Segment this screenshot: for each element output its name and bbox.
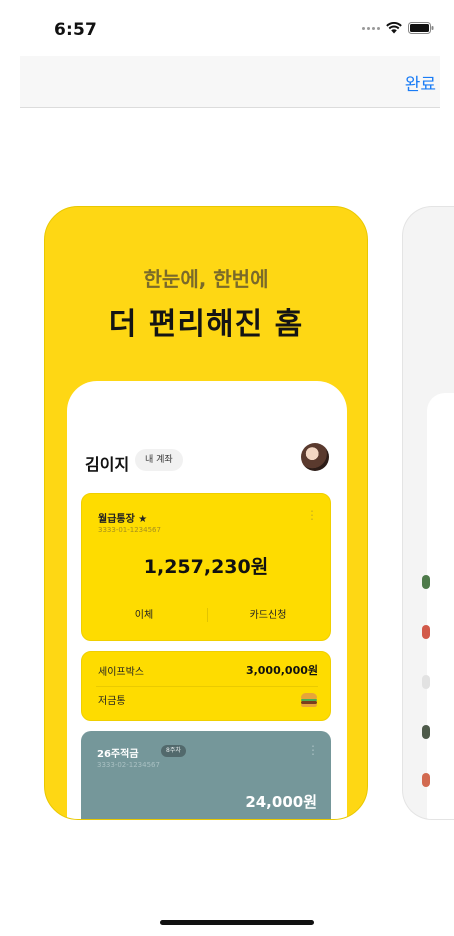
navigation-bar: 완료 [20, 56, 440, 108]
app-store-preview-screen: 6:57 완료 한눈에, 한번에 더 편리해진 홈 김이지 내 계좌 월급통장 … [20, 0, 454, 936]
account-number: 3333-01-1234567 [98, 526, 161, 534]
avatar [301, 443, 329, 471]
wifi-icon [386, 22, 402, 34]
screenshot-card[interactable]: 한눈에, 한번에 더 편리해진 홈 김이지 내 계좌 월급통장 ★ 3333-0… [44, 206, 368, 820]
list-avatar-icon [422, 773, 430, 787]
account-actions: 이체 카드신청 [82, 606, 330, 621]
account-name: 월급통장 ★ [98, 514, 148, 525]
salary-account-card: 월급통장 ★ 3333-01-1234567 ⋮ 1,257,230원 이체 카… [81, 493, 331, 641]
list-avatar-icon [422, 675, 430, 689]
piggy-bank-row: 저금통 [98, 692, 318, 707]
savings-balance: 24,000원 [245, 793, 317, 811]
next-card-preview [427, 393, 454, 819]
list-avatar-icon [422, 575, 430, 589]
status-icons [362, 22, 434, 34]
list-avatar-icon [422, 725, 430, 739]
cellular-signal-icon [362, 26, 380, 30]
home-indicator[interactable] [160, 920, 314, 925]
list-avatar-icon [422, 625, 430, 639]
card-headline: 더 편리해진 홈 [108, 307, 304, 342]
more-icon: ⋮ [306, 508, 318, 522]
safebox-amount: 3,000,000원 [245, 664, 318, 677]
transfer-button: 이체 [134, 610, 154, 621]
safebox-label: 세이프박스 [98, 666, 144, 678]
safebox-row: 세이프박스 3,000,000원 [98, 662, 318, 678]
next-screenshot-card[interactable] [402, 206, 454, 820]
safebox-card: 세이프박스 3,000,000원 저금통 [81, 651, 331, 721]
savings-week-badge: 8주차 [161, 745, 186, 757]
savings-number: 3333-02-1234567 [97, 761, 160, 769]
piggy-bank-label: 저금통 [98, 696, 126, 707]
safebox-divider [96, 686, 318, 687]
status-bar: 6:57 [20, 0, 440, 56]
more-icon: ⋮ [307, 743, 319, 757]
card-apply-button: 카드신청 [249, 610, 287, 621]
done-button[interactable]: 완료 [405, 70, 436, 95]
card-tagline: 한눈에, 한번에 [143, 267, 269, 291]
account-owner-name: 김이지 [85, 455, 130, 474]
battery-icon [408, 22, 434, 34]
phone-preview: 김이지 내 계좌 월급통장 ★ 3333-01-1234567 ⋮ 1,257,… [67, 381, 347, 819]
account-balance: 1,257,230원 [143, 556, 269, 578]
savings-name: 26주적금 [97, 749, 139, 760]
savings-card: 26주적금 8주차 3333-02-1234567 ⋮ 24,000원 [81, 731, 331, 819]
my-accounts-chip: 내 계좌 [135, 449, 183, 471]
status-time: 6:57 [54, 20, 98, 40]
hamburger-food-icon [300, 692, 318, 707]
